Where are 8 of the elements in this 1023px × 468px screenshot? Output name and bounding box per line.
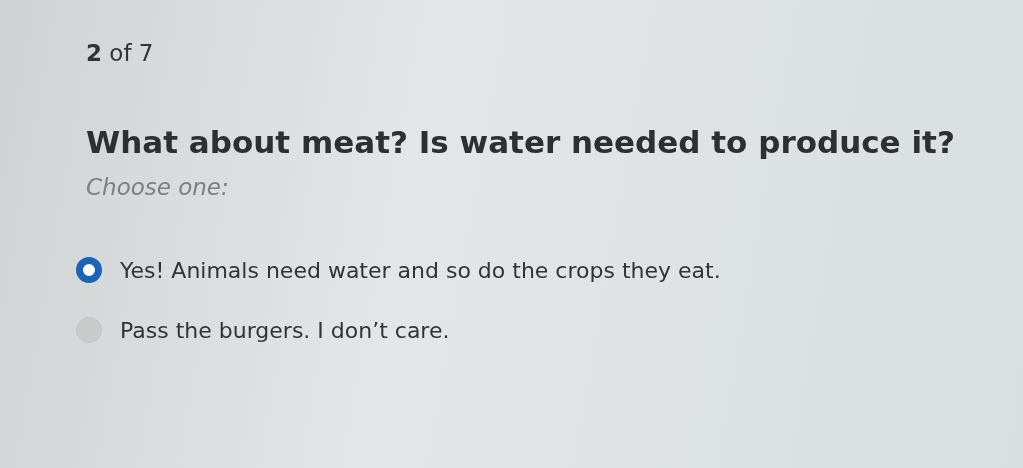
radio-button[interactable] (76, 257, 102, 283)
question-number: 2 (86, 40, 102, 66)
question-text: What about meat? Is water needed to produce it? (86, 124, 956, 160)
option-label: Pass the burgers. I don’t care. (120, 317, 450, 343)
instruction-text: Choose one: (86, 174, 230, 200)
radio-button[interactable] (76, 317, 102, 343)
question-count: of 7 (109, 40, 154, 66)
option-label: Yes! Animals need water and so do the crops they eat. (120, 257, 721, 283)
